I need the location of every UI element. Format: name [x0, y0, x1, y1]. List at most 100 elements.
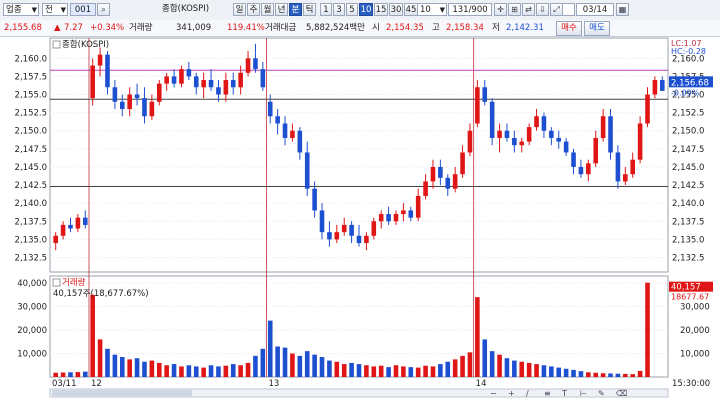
- price-tick-left: 2,160.0: [15, 54, 47, 64]
- volume-bar: [230, 364, 236, 377]
- zoom-out-icon[interactable]: −: [490, 389, 497, 398]
- volume-bar: [615, 373, 621, 377]
- candle-body: [378, 214, 384, 222]
- volume-tick-left: 30,000: [17, 303, 47, 313]
- candle-body: [304, 152, 310, 189]
- x-label: 12: [91, 379, 102, 389]
- volume-bar: [253, 355, 258, 377]
- volume-bar: [512, 360, 517, 377]
- volume-bar: [334, 361, 340, 377]
- volume-tick-left: 20,000: [17, 326, 47, 336]
- volume-bar: [290, 353, 295, 377]
- pen-tool-icon[interactable]: ✎: [598, 389, 605, 398]
- candle-body: [430, 166, 436, 182]
- candle-body: [571, 152, 576, 167]
- volume-bar: [356, 364, 362, 377]
- x-label: 03/11: [52, 379, 77, 389]
- volume-bar: [319, 357, 325, 377]
- volume-tick-right: 20,000: [680, 326, 710, 336]
- volume-bar: [408, 367, 414, 377]
- candle-body: [423, 181, 428, 196]
- volume-bar: [53, 372, 58, 377]
- x-label: 14: [476, 379, 487, 389]
- candle-body: [238, 72, 243, 88]
- candle-body: [519, 141, 525, 146]
- candle-body: [216, 87, 221, 95]
- volume-bar: [312, 354, 317, 377]
- last-volume-pct: 18677.67: [671, 293, 709, 302]
- candle-body: [223, 80, 229, 95]
- volume-bar: [90, 294, 95, 377]
- collapse-icon: [52, 40, 61, 49]
- volume-bar: [497, 354, 502, 377]
- price-volume-chart[interactable]: 2,160.02,160.02,157.52,157.52,155.02,155…: [0, 0, 720, 407]
- candle-body: [245, 58, 251, 73]
- zoom-in-icon[interactable]: +: [508, 389, 515, 398]
- volume-tick-left: 40,000: [17, 279, 47, 289]
- candle-body: [512, 137, 517, 146]
- candle-body: [142, 98, 147, 117]
- candle-body: [201, 80, 206, 88]
- erase-tool-icon[interactable]: ⌫: [616, 389, 627, 398]
- candle-body: [630, 159, 636, 175]
- price-tick-left: 2,150.0: [15, 127, 47, 137]
- candle-body: [75, 217, 81, 229]
- volume-bar: [201, 367, 206, 377]
- candle-body: [364, 235, 369, 244]
- line-tool-icon[interactable]: /: [526, 389, 529, 398]
- candle-body: [608, 116, 613, 153]
- candle-body: [312, 188, 317, 211]
- price-tick-right: 2,152.5: [672, 109, 704, 119]
- volume-bar: [645, 282, 650, 377]
- candle-body: [112, 87, 118, 102]
- candle-body: [408, 210, 414, 218]
- price-tick-left: 2,145.0: [15, 163, 47, 173]
- fib-tool-icon[interactable]: ≡: [544, 389, 551, 398]
- scrollbar-thumb: [52, 390, 192, 396]
- candle-body: [119, 101, 125, 109]
- price-tick-right: 2,145.0: [672, 163, 704, 173]
- candle-body: [186, 69, 192, 77]
- candle-body: [341, 224, 347, 233]
- candle-body: [134, 94, 140, 99]
- volume-bar: [75, 372, 81, 377]
- candle-body: [660, 80, 665, 91]
- volume-bar: [549, 366, 554, 377]
- candle-body: [230, 80, 236, 88]
- price-tick-right: 2,140.0: [672, 199, 704, 209]
- volume-bar: [179, 366, 184, 377]
- volume-bar: [460, 355, 465, 377]
- candle-body: [415, 195, 421, 218]
- candle-body: [149, 101, 155, 117]
- candle-body: [386, 214, 391, 222]
- candle-body: [549, 130, 554, 138]
- candle-body: [127, 94, 132, 109]
- volume-bar: [371, 366, 377, 377]
- candle-body: [489, 101, 495, 138]
- candle-body: [526, 127, 532, 142]
- volume-bar: [267, 320, 273, 377]
- candle-body: [623, 174, 628, 182]
- volume-bar: [82, 371, 88, 377]
- volume-bar: [105, 348, 110, 377]
- volume-bar: [171, 364, 177, 377]
- ruler-tool-icon[interactable]: ⊢: [580, 389, 587, 398]
- candle-body: [593, 137, 599, 164]
- candle-body: [290, 130, 295, 138]
- volume-bar: [68, 372, 73, 377]
- text-tool-icon[interactable]: T: [561, 389, 567, 398]
- price-tick-left: 2,137.5: [15, 217, 47, 227]
- candle-body: [393, 214, 399, 222]
- volume-bar: [608, 373, 613, 377]
- volume-bar: [378, 365, 384, 377]
- volume-bar: [327, 360, 332, 377]
- volume-bar: [541, 365, 547, 377]
- candle-body: [445, 177, 451, 189]
- candle-body: [371, 221, 377, 236]
- volume-bar: [438, 364, 443, 377]
- volume-bar: [386, 367, 391, 377]
- candle-body: [541, 116, 547, 131]
- candle-body: [90, 65, 95, 99]
- candle-body: [578, 166, 584, 175]
- volume-bar: [563, 368, 569, 377]
